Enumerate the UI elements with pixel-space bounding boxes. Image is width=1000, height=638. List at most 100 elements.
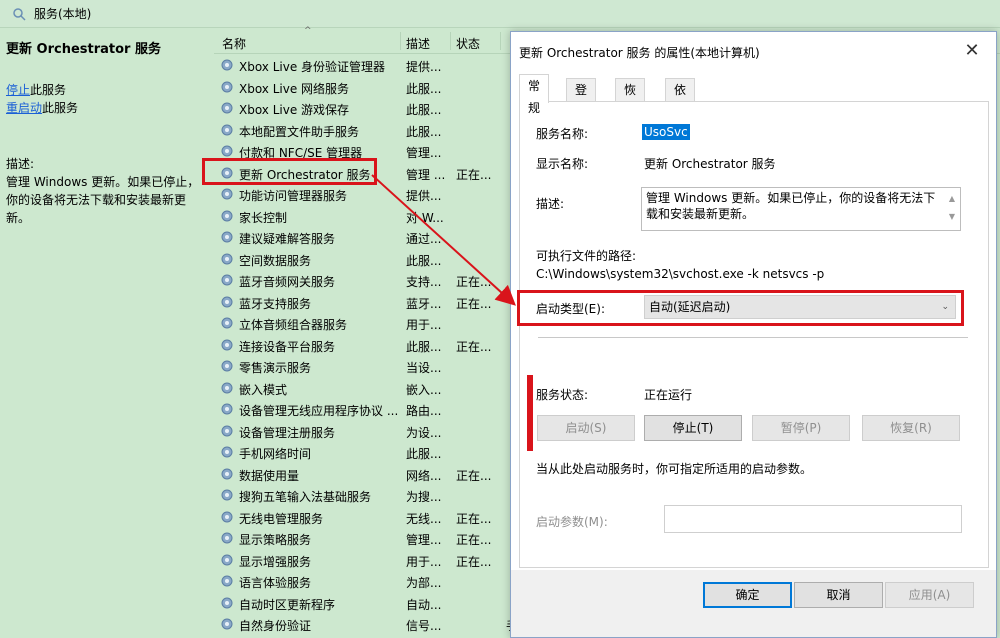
gear-icon: [220, 123, 234, 137]
description-text: 管理 Windows 更新。如果已停止，你的设备将无法下载和安装最新更新。: [6, 175, 200, 225]
gear-icon: [220, 381, 234, 395]
service-desc-cell: 为搜...: [406, 490, 442, 504]
service-name-cell: 本地配置文件助手服务: [239, 124, 360, 139]
restart-suffix: 此服务: [42, 101, 79, 115]
description-value: 管理 Windows 更新。如果已停止，你的设备将无法下载和安装最新更新。: [646, 191, 936, 221]
ok-button[interactable]: 确定: [703, 582, 792, 608]
service-status-cell: 正在...: [456, 554, 492, 569]
service-desc-cell: 此服...: [406, 339, 442, 354]
service-name-cell: Xbox Live 身份验证管理器: [239, 60, 386, 74]
tab-logon[interactable]: 登录: [566, 78, 597, 119]
gear-icon: [220, 101, 234, 115]
gear-icon: [220, 144, 234, 158]
service-name-cell: 蓝牙支持服务: [239, 296, 312, 311]
close-icon[interactable]: ✕: [962, 40, 982, 61]
service-desc-cell: 蓝牙...: [406, 296, 442, 311]
service-name-cell: 蓝牙音频网关服务: [239, 275, 336, 289]
gear-icon: [220, 553, 234, 567]
service-status-cell: 正在...: [456, 339, 492, 354]
restart-action: 重启动此服务: [6, 99, 204, 117]
restart-link[interactable]: 重启动: [6, 101, 42, 115]
service-desc-cell: 此服...: [406, 103, 442, 117]
gear-icon: [220, 230, 234, 244]
service-name-cell: 自然身份验证: [239, 619, 312, 633]
divider: [538, 337, 968, 338]
startup-type-label: 启动类型(E):: [536, 302, 605, 316]
stop-action: 停止此服务: [6, 81, 204, 99]
display-name-label: 显示名称:: [536, 157, 589, 171]
description-box[interactable]: 管理 Windows 更新。如果已停止，你的设备将无法下载和安装最新更新。 ▲ ▼: [641, 187, 961, 231]
gear-icon: [220, 467, 234, 481]
column-description[interactable]: 描述: [406, 35, 430, 52]
service-desc-cell: 无线...: [406, 511, 442, 526]
service-desc-cell: 提供...: [406, 189, 442, 203]
service-name-cell: 显示增强服务: [239, 554, 312, 569]
gear-icon: [220, 510, 234, 524]
service-name-cell: Xbox Live 游戏保存: [239, 103, 350, 117]
column-status[interactable]: 状态: [456, 35, 480, 52]
gear-icon: [220, 359, 234, 373]
display-name-value: 更新 Orchestrator 服务: [644, 157, 776, 171]
dialog-title-bar: 更新 Orchestrator 服务 的属性(本地计算机) ✕: [511, 32, 996, 72]
pause-button[interactable]: 暂停(P): [752, 415, 850, 441]
chevron-down-icon: ⌄: [941, 302, 949, 312]
service-name-cell: 空间数据服务: [239, 253, 312, 268]
general-tab-panel: 服务名称: UsoSvc 显示名称: 更新 Orchestrator 服务 描述…: [519, 101, 989, 568]
startup-type-value: 自动(延迟启动): [649, 300, 731, 314]
gear-icon: [220, 295, 234, 309]
service-desc-cell: 此服...: [406, 124, 442, 139]
stop-link[interactable]: 停止: [6, 83, 30, 97]
startup-type-select[interactable]: 自动(延迟启动) ⌄: [644, 295, 956, 319]
gear-icon: [220, 488, 234, 502]
gear-icon: [220, 445, 234, 459]
gear-icon: [220, 402, 234, 416]
tab-dependencies[interactable]: 依存关系: [665, 78, 696, 163]
gear-icon: [220, 531, 234, 545]
gear-icon: [220, 316, 234, 330]
gear-icon: [220, 209, 234, 223]
service-name-value[interactable]: UsoSvc: [642, 124, 690, 140]
dialog-footer: 确定 取消 应用(A): [511, 570, 996, 637]
tab-general[interactable]: 常规: [519, 74, 550, 115]
services-title-bar: 服务(本地): [0, 0, 1000, 28]
start-button[interactable]: 启动(S): [537, 415, 635, 441]
service-desc-cell: 此服...: [406, 447, 442, 461]
service-desc-cell: 用于...: [406, 554, 442, 569]
window-title: 服务(本地): [34, 7, 92, 21]
service-desc-cell: 支持...: [406, 275, 442, 289]
start-params-hint: 当从此处启动服务时，你可指定所适用的启动参数。: [536, 462, 813, 476]
service-status-cell: 正在...: [456, 296, 492, 311]
service-desc-cell: 此服...: [406, 81, 442, 96]
scrollbar[interactable]: ▲ ▼: [946, 190, 958, 228]
column-name[interactable]: 名称: [222, 35, 246, 52]
apply-button[interactable]: 应用(A): [885, 582, 974, 608]
gear-icon: [220, 596, 234, 610]
cancel-button[interactable]: 取消: [794, 582, 883, 608]
sort-ascending-icon: ^: [304, 26, 312, 36]
service-desc-cell: 路由...: [406, 404, 442, 418]
service-desc-cell: 网络...: [406, 468, 442, 483]
gear-icon: [220, 574, 234, 588]
service-name-cell: 设备管理无线应用程序协议 ...: [239, 404, 399, 418]
selected-service-title: 更新 Orchestrator 服务: [6, 42, 161, 57]
service-name-cell: 更新 Orchestrator 服务: [239, 167, 371, 182]
service-name-cell: 自动时区更新程序: [239, 597, 336, 612]
start-params-input[interactable]: [664, 505, 962, 533]
search-icon: [13, 7, 26, 21]
service-name-cell: Xbox Live 网络服务: [239, 81, 350, 96]
service-name-cell: 付款和 NFC/SE 管理器: [239, 146, 363, 160]
gear-icon: [220, 338, 234, 352]
service-desc-cell: 信号...: [406, 619, 442, 633]
service-status-label: 服务状态:: [536, 388, 589, 402]
service-desc-cell: 此服...: [406, 253, 442, 268]
gear-icon: [220, 80, 234, 94]
service-desc-cell: 通过...: [406, 232, 442, 246]
service-desc-cell: 用于...: [406, 318, 442, 332]
properties-dialog: 更新 Orchestrator 服务 的属性(本地计算机) ✕ 常规 登录 恢复…: [510, 31, 997, 638]
service-status-cell: 正在...: [456, 511, 492, 526]
resume-button[interactable]: 恢复(R): [862, 415, 960, 441]
service-desc-cell: 提供...: [406, 60, 442, 74]
service-name-cell: 立体音频组合器服务: [239, 318, 348, 332]
tab-recovery[interactable]: 恢复: [615, 78, 646, 119]
stop-button[interactable]: 停止(T): [644, 415, 742, 441]
